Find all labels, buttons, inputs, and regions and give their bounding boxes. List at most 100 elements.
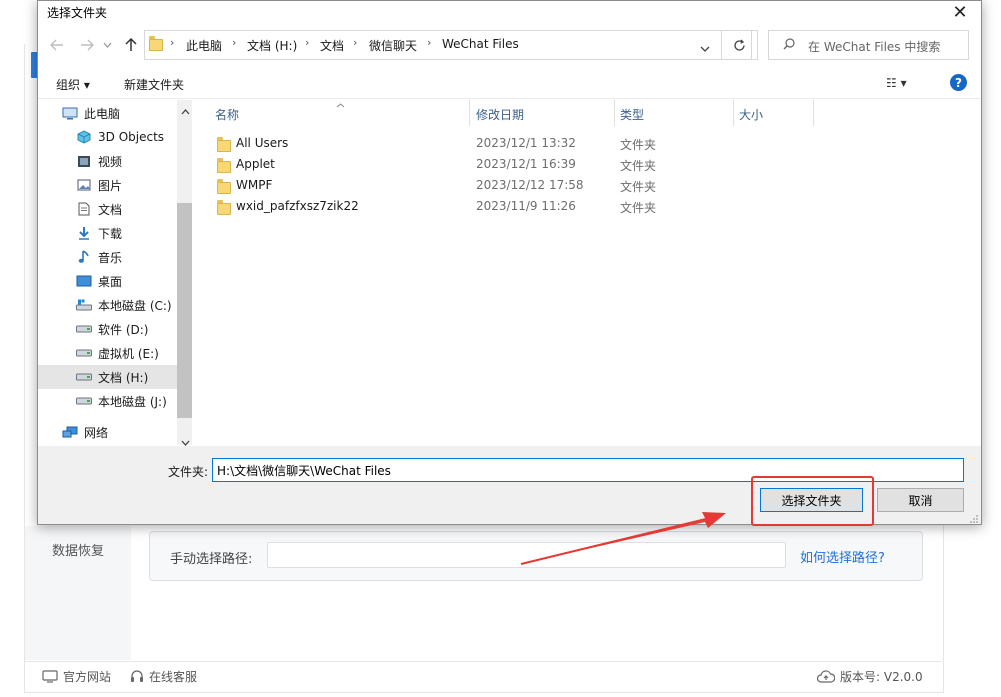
nav-item[interactable]: 本地磁盘 (C:) bbox=[38, 293, 177, 317]
nav-item-label: 桌面 bbox=[98, 274, 123, 289]
desktop-icon bbox=[76, 274, 92, 288]
breadcrumb-separator-icon: › bbox=[427, 36, 432, 49]
nav-item[interactable]: 文档 (H:) bbox=[38, 365, 177, 389]
back-arrow-icon[interactable] bbox=[48, 36, 66, 54]
refresh-button[interactable] bbox=[721, 30, 758, 60]
search-icon bbox=[783, 38, 795, 53]
download-icon bbox=[76, 226, 92, 240]
nav-item[interactable]: 虚拟机 (E:) bbox=[38, 341, 177, 365]
breadcrumb-drive-h[interactable]: 文档 (H:) bbox=[247, 37, 297, 54]
column-header-size[interactable]: 大小 bbox=[739, 106, 763, 123]
file-row[interactable]: All Users 2023/12/1 13:32 文件夹 bbox=[207, 136, 967, 157]
column-divider[interactable] bbox=[733, 100, 734, 126]
breadcrumb-separator-icon: › bbox=[170, 36, 175, 49]
picture-icon bbox=[76, 178, 92, 192]
cube-icon bbox=[76, 130, 92, 144]
computer-icon bbox=[62, 106, 78, 120]
monitor-icon bbox=[42, 670, 58, 683]
address-dropdown-chevron-icon[interactable] bbox=[700, 41, 710, 55]
cloud-upload-icon bbox=[817, 670, 835, 683]
nav-item[interactable]: 3D Objects bbox=[38, 125, 177, 149]
breadcrumb-wechat-files[interactable]: WeChat Files bbox=[442, 37, 519, 51]
nav-item-label: 下载 bbox=[98, 226, 123, 241]
column-divider[interactable] bbox=[813, 100, 814, 126]
file-type: 文件夹 bbox=[620, 159, 657, 173]
resize-grip-icon[interactable] bbox=[969, 513, 979, 527]
nav-item[interactable]: 视频 bbox=[38, 149, 177, 173]
file-name: wxid_pafzfxsz7zik22 bbox=[236, 199, 359, 213]
online-support-link[interactable]: 在线客服 bbox=[130, 668, 197, 685]
file-row[interactable]: Applet 2023/12/1 16:39 文件夹 bbox=[207, 157, 967, 178]
column-header-date[interactable]: 修改日期 bbox=[476, 106, 524, 123]
official-website-link[interactable]: 官方网站 bbox=[42, 668, 111, 685]
nav-item-label: 本地磁盘 (C:) bbox=[98, 298, 172, 313]
video-icon bbox=[76, 154, 92, 168]
breadcrumb-this-pc[interactable]: 此电脑 bbox=[186, 37, 222, 54]
folder-field-label: 文件夹: bbox=[168, 465, 209, 479]
official-website-label: 官方网站 bbox=[63, 670, 112, 684]
file-date: 2023/11/9 11:26 bbox=[476, 199, 576, 213]
scroll-up-chevron-icon[interactable] bbox=[181, 104, 190, 118]
breadcrumb-wechat-chat[interactable]: 微信聊天 bbox=[369, 37, 417, 54]
file-type: 文件夹 bbox=[620, 201, 657, 215]
breadcrumb-separator-icon: › bbox=[353, 36, 358, 49]
breadcrumb-documents[interactable]: 文档 bbox=[320, 37, 344, 54]
breadcrumb-separator-icon: › bbox=[305, 36, 310, 49]
file-row[interactable]: wxid_pafzfxsz7zik22 2023/11/9 11:26 文件夹 bbox=[207, 199, 967, 220]
nav-item[interactable]: 下载 bbox=[38, 221, 177, 245]
column-header-type[interactable]: 类型 bbox=[620, 106, 644, 123]
how-to-choose-path-link[interactable]: 如何选择路径? bbox=[800, 547, 885, 566]
nav-item-label: 3D Objects bbox=[98, 130, 165, 144]
version-label: 版本号: V2.0.0 bbox=[840, 670, 923, 684]
nav-item-label: 虚拟机 (E:) bbox=[98, 346, 159, 361]
nav-item[interactable]: 音乐 bbox=[38, 245, 177, 269]
nav-item-label: 文档 (H:) bbox=[98, 370, 149, 385]
recent-locations-chevron-icon[interactable] bbox=[101, 36, 113, 54]
search-placeholder: 在 WeChat Files 中搜索 bbox=[808, 40, 941, 54]
close-icon[interactable]: ✕ bbox=[945, 1, 975, 23]
drive-icon bbox=[76, 370, 92, 384]
file-name: WMPF bbox=[236, 178, 273, 192]
nav-item[interactable]: 图片 bbox=[38, 173, 177, 197]
drive-icon bbox=[76, 322, 92, 336]
folder-icon bbox=[217, 158, 231, 173]
cancel-button[interactable]: 取消 bbox=[877, 488, 964, 512]
system-drive-icon bbox=[76, 298, 92, 312]
organize-menu-button[interactable]: 组织 ▾ bbox=[56, 76, 90, 93]
file-date: 2023/12/12 17:58 bbox=[476, 178, 584, 192]
column-divider[interactable] bbox=[469, 100, 470, 126]
new-folder-button[interactable]: 新建文件夹 bbox=[124, 76, 184, 93]
nav-item-label: 图片 bbox=[98, 178, 123, 193]
folder-icon bbox=[149, 36, 163, 51]
up-arrow-icon[interactable] bbox=[122, 36, 140, 54]
nav-item-label: 视频 bbox=[98, 154, 123, 169]
help-icon[interactable]: ? bbox=[950, 74, 967, 91]
nav-item[interactable]: 软件 (D:) bbox=[38, 317, 177, 341]
file-row[interactable]: WMPF 2023/12/12 17:58 文件夹 bbox=[207, 178, 967, 199]
folder-icon bbox=[217, 179, 231, 194]
nav-item[interactable]: 桌面 bbox=[38, 269, 177, 293]
drive-icon bbox=[76, 346, 92, 360]
file-date: 2023/12/1 13:32 bbox=[476, 136, 576, 150]
nav-item[interactable]: 此电脑 bbox=[38, 101, 177, 125]
file-date: 2023/12/1 16:39 bbox=[476, 157, 576, 171]
column-header-name[interactable]: 名称 bbox=[215, 106, 239, 123]
breadcrumb-separator-icon: › bbox=[232, 36, 237, 49]
version-info: 版本号: V2.0.0 bbox=[817, 668, 923, 685]
folder-icon bbox=[217, 137, 231, 152]
nav-scrollbar-thumb[interactable] bbox=[177, 203, 192, 418]
nav-item[interactable]: 文档 bbox=[38, 197, 177, 221]
sidebar-item-data-recovery[interactable]: 数据恢复 bbox=[52, 540, 104, 559]
nav-item-label: 网络 bbox=[84, 425, 109, 440]
view-options-icon[interactable]: ☷ ▾ bbox=[886, 76, 907, 90]
headset-icon bbox=[131, 669, 143, 682]
file-name: All Users bbox=[236, 136, 289, 150]
column-divider[interactable] bbox=[614, 100, 615, 126]
forward-arrow-icon[interactable] bbox=[78, 36, 96, 54]
drive-icon bbox=[76, 394, 92, 408]
network-icon bbox=[62, 425, 78, 439]
nav-item[interactable]: 本地磁盘 (J:) bbox=[38, 389, 177, 413]
nav-item[interactable]: 网络 bbox=[38, 420, 177, 444]
navigation-pane: 此电脑 3D Objects 视频图片文档下载音乐桌面本地磁盘 (C:) 软件 (D:… bbox=[38, 100, 177, 445]
manual-path-input[interactable] bbox=[267, 542, 786, 568]
